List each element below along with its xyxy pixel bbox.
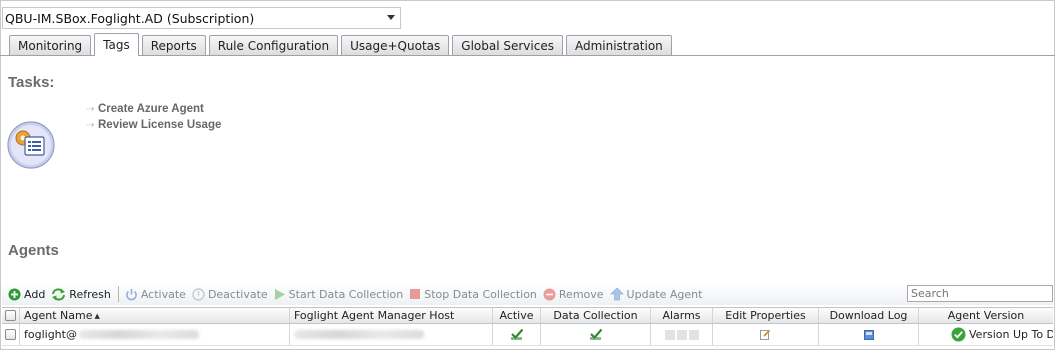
arrow-right-icon: ⇢: [86, 103, 95, 115]
row-checkbox-cell[interactable]: [2, 324, 20, 345]
alarm-indicator: [676, 329, 687, 340]
tab-administration[interactable]: Administration: [565, 35, 672, 56]
agents-table: Agent Name ▲ Foglight Agent Manager Host …: [2, 307, 1053, 346]
active-cell: [493, 324, 541, 345]
data-collection-cell: [541, 324, 651, 345]
power-icon: [125, 288, 137, 300]
alarm-indicator: [688, 329, 699, 340]
start-collection-label: Start Data Collection: [288, 287, 404, 301]
add-button[interactable]: Add: [8, 288, 45, 301]
tab-bar: Monitoring Tags Reports Rule Configurati…: [9, 33, 675, 56]
refresh-label: Refresh: [69, 287, 111, 301]
check-circle-icon: [951, 327, 966, 342]
add-label: Add: [24, 287, 46, 301]
power-off-icon: [192, 287, 205, 301]
update-agent-label: Update Agent: [626, 287, 703, 301]
agent-name-cell: foglight@: [20, 324, 290, 345]
activate-label: Activate: [140, 287, 186, 301]
agent-name-text: foglight@: [24, 328, 77, 341]
subscription-select[interactable]: QBU-IM.SBox.Foglight.AD (Subscription): [2, 7, 401, 29]
toolbar-separator: [117, 286, 119, 302]
start-data-collection-button[interactable]: Start Data Collection: [274, 287, 404, 301]
column-header-agent-version[interactable]: Agent Version: [919, 308, 1053, 323]
active-check-icon: [510, 328, 523, 340]
manager-host-cell: [290, 324, 493, 345]
stop-data-collection-button[interactable]: Stop Data Collection: [409, 288, 537, 301]
redacted-text: [78, 330, 199, 339]
upload-arrow-icon: [609, 287, 624, 301]
column-header-agent-name[interactable]: Agent Name ▲: [20, 308, 290, 323]
tasks-gear-icon: [7, 121, 55, 169]
deactivate-button[interactable]: Deactivate: [192, 288, 268, 301]
table-header-row: Agent Name ▲ Foglight Agent Manager Host …: [2, 307, 1053, 324]
tab-tags[interactable]: Tags: [94, 33, 139, 56]
task-create-azure-agent[interactable]: ⇢ Create Azure Agent: [86, 103, 204, 115]
agent-version-text: Version Up To Date: [969, 328, 1053, 341]
task-label: Create Azure Agent: [98, 103, 204, 115]
column-header-data-collection[interactable]: Data Collection: [541, 308, 651, 323]
subscription-select-value: QBU-IM.SBox.Foglight.AD (Subscription): [5, 10, 255, 26]
redacted-text: [294, 330, 424, 339]
data-collection-check-icon: [589, 328, 602, 340]
refresh-button[interactable]: Refresh: [51, 288, 111, 301]
remove-button[interactable]: Remove: [543, 288, 604, 301]
tab-rule-configuration[interactable]: Rule Configuration: [208, 35, 339, 56]
edit-icon[interactable]: [760, 329, 771, 340]
arrow-right-icon: ⇢: [86, 119, 95, 131]
alarm-indicator: [664, 329, 675, 340]
refresh-icon: [52, 287, 66, 301]
select-all-checkbox-cell[interactable]: [2, 308, 20, 323]
remove-icon: [543, 288, 556, 300]
sort-ascending-icon: ▲: [94, 311, 100, 320]
agents-search-input[interactable]: [907, 285, 1053, 302]
column-header-edit-properties[interactable]: Edit Properties: [713, 308, 819, 323]
alarms-cell: [651, 324, 713, 345]
add-icon: [8, 288, 21, 300]
download-log-icon[interactable]: [863, 329, 874, 340]
stop-icon: [410, 289, 421, 299]
table-row[interactable]: foglight@ Version Up To Date: [2, 324, 1053, 346]
column-header-download-log[interactable]: Download Log: [819, 308, 919, 323]
play-icon: [274, 288, 285, 300]
row-checkbox[interactable]: [5, 329, 16, 340]
edit-properties-cell[interactable]: [713, 324, 819, 345]
task-review-license-usage[interactable]: ⇢ Review License Usage: [86, 119, 221, 131]
task-label: Review License Usage: [98, 119, 222, 131]
activate-button[interactable]: Activate: [125, 288, 186, 301]
tasks-heading: Tasks:: [8, 74, 55, 91]
column-header-alarms[interactable]: Alarms: [651, 308, 713, 323]
update-agent-button[interactable]: Update Agent: [609, 287, 703, 301]
remove-label: Remove: [558, 287, 604, 301]
agents-toolbar: Add Refresh Activate Deactivate Start Da…: [2, 283, 1053, 305]
download-log-cell[interactable]: [819, 324, 919, 345]
tab-usage-quotas[interactable]: Usage+Quotas: [341, 35, 450, 56]
column-header-manager-host[interactable]: Foglight Agent Manager Host: [290, 308, 493, 323]
agents-heading: Agents: [8, 242, 59, 259]
select-all-checkbox[interactable]: [5, 310, 16, 321]
tab-global-services[interactable]: Global Services: [452, 35, 563, 56]
tab-monitoring[interactable]: Monitoring: [9, 35, 92, 56]
tab-reports[interactable]: Reports: [141, 35, 206, 56]
deactivate-label: Deactivate: [207, 287, 268, 301]
column-header-active[interactable]: Active: [493, 308, 541, 323]
tab-divider: [0, 55, 1055, 56]
stop-collection-label: Stop Data Collection: [424, 287, 537, 301]
agent-version-cell: Version Up To Date: [919, 324, 1053, 345]
chevron-down-icon[interactable]: [387, 15, 395, 20]
